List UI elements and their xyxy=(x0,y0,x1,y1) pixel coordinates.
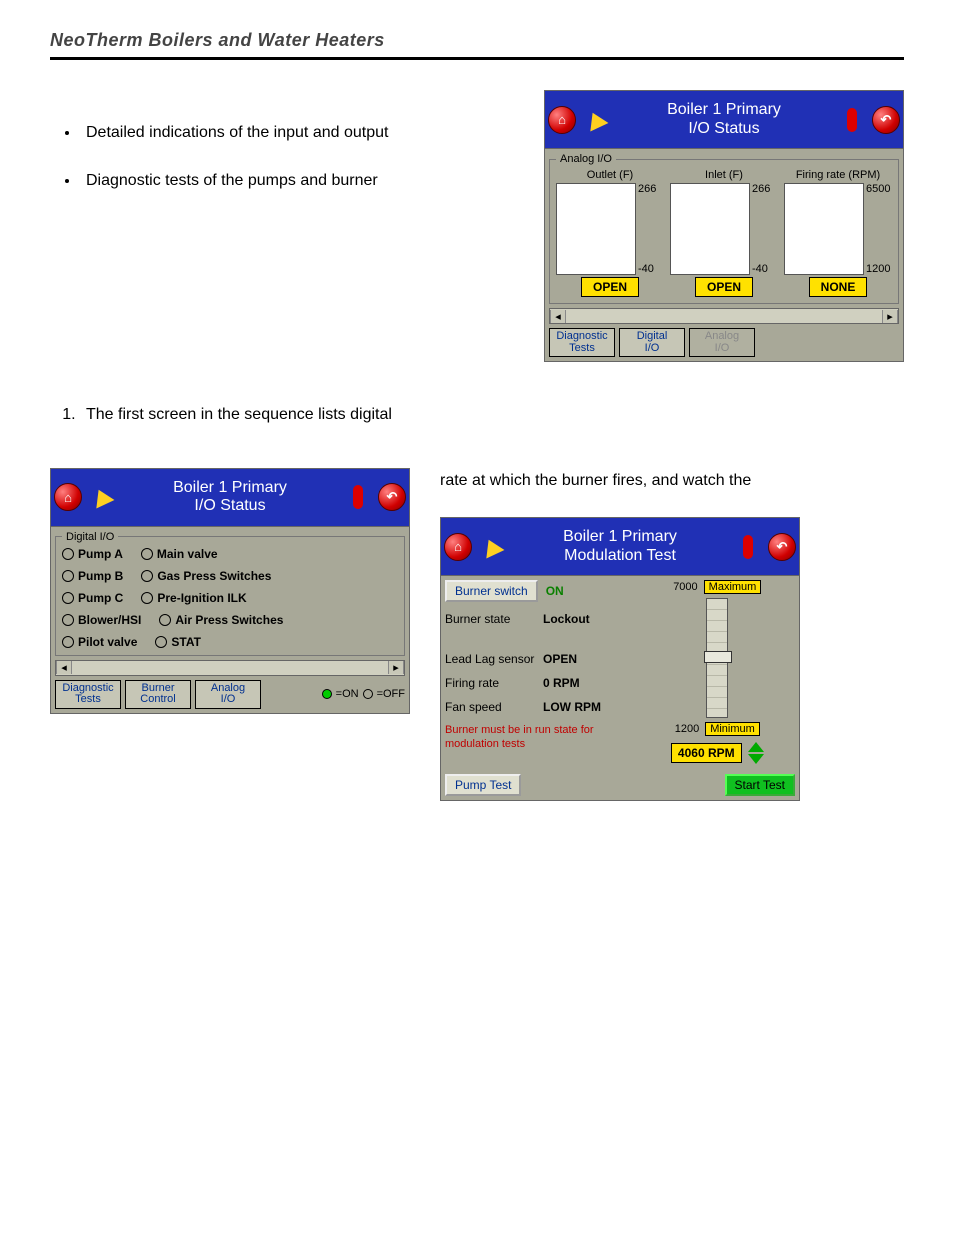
status-firing[interactable]: NONE xyxy=(809,277,867,297)
scale-hi: 266 xyxy=(752,183,778,195)
io-pump-a: Pump A xyxy=(62,547,123,561)
flag-icon[interactable] xyxy=(87,482,117,512)
analog-col-firing: Firing rate (RPM) 6500 1200 NONE xyxy=(784,169,892,297)
io-blower-hsi: Blower/HSI xyxy=(62,613,141,627)
burner-switch-button[interactable]: Burner switch xyxy=(445,580,538,602)
io-pump-b: Pump B xyxy=(62,569,123,583)
scroll-right-icon[interactable]: ▸ xyxy=(882,310,898,323)
nav-analog-io[interactable]: Analog I/O xyxy=(195,680,261,709)
status-inlet[interactable]: OPEN xyxy=(695,277,753,297)
analog-col-outlet: Outlet (F) 266 -40 OPEN xyxy=(556,169,664,297)
back-icon[interactable]: ↶ xyxy=(871,105,901,135)
slider-thumb[interactable] xyxy=(704,651,732,663)
rpm-display: 4060 RPM xyxy=(671,743,742,763)
title-line1: Boiler 1 Primary xyxy=(123,479,337,497)
status-outlet[interactable]: OPEN xyxy=(581,277,639,297)
rpm-down-icon[interactable] xyxy=(748,754,764,764)
panel-title: Boiler 1 Primary Modulation Test xyxy=(509,526,731,567)
pump-test-button[interactable]: Pump Test xyxy=(445,774,521,796)
flag-icon[interactable] xyxy=(581,105,611,135)
hscrollbar[interactable]: ◂ ▸ xyxy=(55,660,405,676)
home-icon[interactable]: ⌂ xyxy=(53,482,83,512)
intro-bullets: Detailed indications of the input and ou… xyxy=(50,90,514,215)
panel-title: Boiler 1 Primary I/O Status xyxy=(613,99,835,140)
io-pump-c: Pump C xyxy=(62,591,123,605)
fan-speed-value: LOW RPM xyxy=(543,700,601,714)
group-analog-io: Analog I/O Outlet (F) 266 -40 OPEN xyxy=(549,153,899,304)
back-icon[interactable]: ↶ xyxy=(767,532,797,562)
min-tag: Minimum xyxy=(705,722,760,736)
scale-lo: 1200 xyxy=(866,263,892,275)
max-tag: Maximum xyxy=(704,580,762,594)
header-rule xyxy=(50,57,904,60)
title-line2: I/O Status xyxy=(123,497,337,515)
bullet-0: Detailed indications of the input and ou… xyxy=(80,120,514,146)
title-line2: I/O Status xyxy=(617,120,831,138)
scroll-left-icon[interactable]: ◂ xyxy=(550,310,566,323)
bullet-1: Diagnostic tests of the pumps and burner xyxy=(80,168,514,194)
home-icon[interactable]: ⌂ xyxy=(547,105,577,135)
col-label: Outlet (F) xyxy=(587,169,633,181)
nav-diagnostic-tests[interactable]: Diagnostic Tests xyxy=(549,328,615,357)
scroll-right-icon[interactable]: ▸ xyxy=(388,661,404,674)
col-label: Firing rate (RPM) xyxy=(796,169,880,181)
io-main-valve: Main valve xyxy=(141,547,218,561)
io-pilot-valve: Pilot valve xyxy=(62,635,137,649)
panel-digital-io: ⌂ Boiler 1 Primary I/O Status ↶ Digital … xyxy=(50,468,410,714)
right-text: rate at which the burner fires, and watc… xyxy=(440,472,751,489)
firing-rate-label: Firing rate xyxy=(445,676,537,690)
burner-state-value: Lockout xyxy=(543,612,590,626)
lead-lag-label: Lead Lag sensor xyxy=(445,652,537,666)
page-header: NeoTherm Boilers and Water Heaters xyxy=(50,30,904,51)
scroll-left-icon[interactable]: ◂ xyxy=(56,661,72,674)
min-value: 1200 xyxy=(675,723,699,735)
analog-col-inlet: Inlet (F) 266 -40 OPEN xyxy=(670,169,778,297)
io-pre-ignition-ilk: Pre-Ignition ILK xyxy=(141,591,246,605)
step-1-text: The first screen in the sequence lists d… xyxy=(80,402,904,428)
panel-modulation-test: ⌂ Boiler 1 Primary Modulation Test ↶ Bur… xyxy=(440,517,800,801)
nav-burner-control[interactable]: Burner Control xyxy=(125,680,191,709)
modulation-slider[interactable] xyxy=(706,598,728,718)
io-gas-press: Gas Press Switches xyxy=(141,569,271,583)
rpm-up-icon[interactable] xyxy=(748,742,764,752)
thermometer-icon[interactable] xyxy=(733,532,763,562)
max-value: 7000 xyxy=(673,581,697,593)
panel-titlebar: ⌂ Boiler 1 Primary I/O Status ↶ xyxy=(50,468,410,526)
hscrollbar[interactable]: ◂ ▸ xyxy=(549,308,899,324)
scale-hi: 6500 xyxy=(866,183,892,195)
nav-digital-io[interactable]: Digital I/O xyxy=(619,328,685,357)
col-label: Inlet (F) xyxy=(705,169,743,181)
thermometer-icon[interactable] xyxy=(343,482,373,512)
nav-analog-io: Analog I/O xyxy=(689,328,755,357)
panel-title: Boiler 1 Primary I/O Status xyxy=(119,477,341,518)
group-legend: Digital I/O xyxy=(62,531,118,543)
title-line1: Boiler 1 Primary xyxy=(513,528,727,546)
io-legend: =ON =OFF xyxy=(322,688,405,700)
thermometer-icon[interactable] xyxy=(837,105,867,135)
home-icon[interactable]: ⌂ xyxy=(443,532,473,562)
nav-diagnostic-tests[interactable]: Diagnostic Tests xyxy=(55,680,121,709)
back-icon[interactable]: ↶ xyxy=(377,482,407,512)
panel-titlebar: ⌂ Boiler 1 Primary I/O Status ↶ xyxy=(544,90,904,148)
burner-state-label: Burner state xyxy=(445,612,537,626)
panel-titlebar: ⌂ Boiler 1 Primary Modulation Test ↶ xyxy=(440,517,800,575)
lead-lag-value: OPEN xyxy=(543,652,577,666)
group-digital-io: Digital I/O Pump A Main valve Pump B Gas… xyxy=(55,531,405,656)
fan-speed-label: Fan speed xyxy=(445,700,537,714)
title-line2: Modulation Test xyxy=(513,547,727,565)
start-test-button[interactable]: Start Test xyxy=(725,774,795,796)
scale-hi: 266 xyxy=(638,183,664,195)
io-stat: STAT xyxy=(155,635,201,649)
group-legend: Analog I/O xyxy=(556,153,616,165)
io-air-press: Air Press Switches xyxy=(159,613,283,627)
title-line1: Boiler 1 Primary xyxy=(617,101,831,119)
burner-switch-value: ON xyxy=(546,584,564,598)
scale-lo: -40 xyxy=(752,263,778,275)
modulation-warning: Burner must be in run state for modulati… xyxy=(445,724,615,752)
flag-icon[interactable] xyxy=(477,532,507,562)
firing-rate-value: 0 RPM xyxy=(543,676,580,690)
panel-analog-io: ⌂ Boiler 1 Primary I/O Status ↶ Analog I… xyxy=(544,90,904,362)
scale-lo: -40 xyxy=(638,263,664,275)
